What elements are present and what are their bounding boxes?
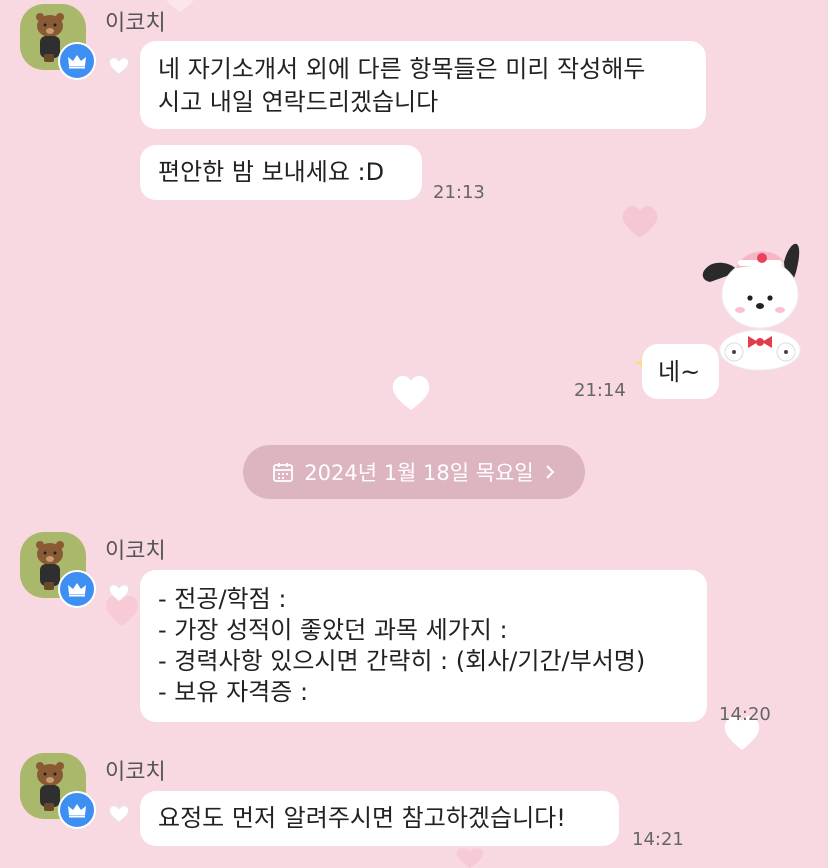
heart-outline-icon[interactable]: [107, 804, 131, 824]
message-time: 14:21: [632, 829, 684, 850]
heart-outline-icon[interactable]: [107, 583, 131, 603]
message-bubble[interactable]: 네 자기소개서 외에 다른 항목들은 미리 작성해두 시고 내일 연락드리겠습니…: [140, 41, 706, 129]
message-time: 21:13: [433, 182, 485, 203]
message-time: 14:20: [719, 704, 771, 725]
message-time: 21:14: [574, 380, 626, 401]
crown-icon: [68, 804, 86, 818]
background-heart: [392, 375, 430, 410]
crown-icon: [68, 583, 86, 597]
avatar[interactable]: [20, 4, 96, 80]
message-bubble[interactable]: 네~: [642, 344, 719, 399]
date-divider[interactable]: 2024년 1월 18일 목요일: [243, 445, 585, 499]
calendar-icon: [273, 463, 294, 482]
background-heart: [166, 0, 194, 12]
avatar[interactable]: [20, 532, 96, 608]
sender-name: 이코치: [105, 539, 166, 564]
crown-badge: [58, 791, 96, 829]
crown-icon: [68, 55, 86, 69]
message-bubble[interactable]: 편안한 밤 보내세요 :D: [140, 145, 422, 200]
date-label: 2024년 1월 18일 목요일: [304, 461, 534, 485]
heart-outline-icon[interactable]: [107, 56, 131, 76]
message-bubble[interactable]: - 전공/학점 : - 가장 성적이 좋았던 과목 세가지 : - 경력사항 있…: [140, 570, 707, 722]
sender-name: 이코치: [105, 760, 166, 785]
crown-badge: [58, 570, 96, 608]
sender-name: 이코치: [105, 11, 166, 36]
background-heart: [622, 205, 658, 238]
message-bubble[interactable]: 요정도 먼저 알려주시면 참고하겠습니다!: [140, 791, 619, 846]
chevron-right-icon: [546, 465, 555, 479]
avatar[interactable]: [20, 753, 96, 829]
crown-badge: [58, 42, 96, 80]
background-heart: [456, 848, 484, 868]
